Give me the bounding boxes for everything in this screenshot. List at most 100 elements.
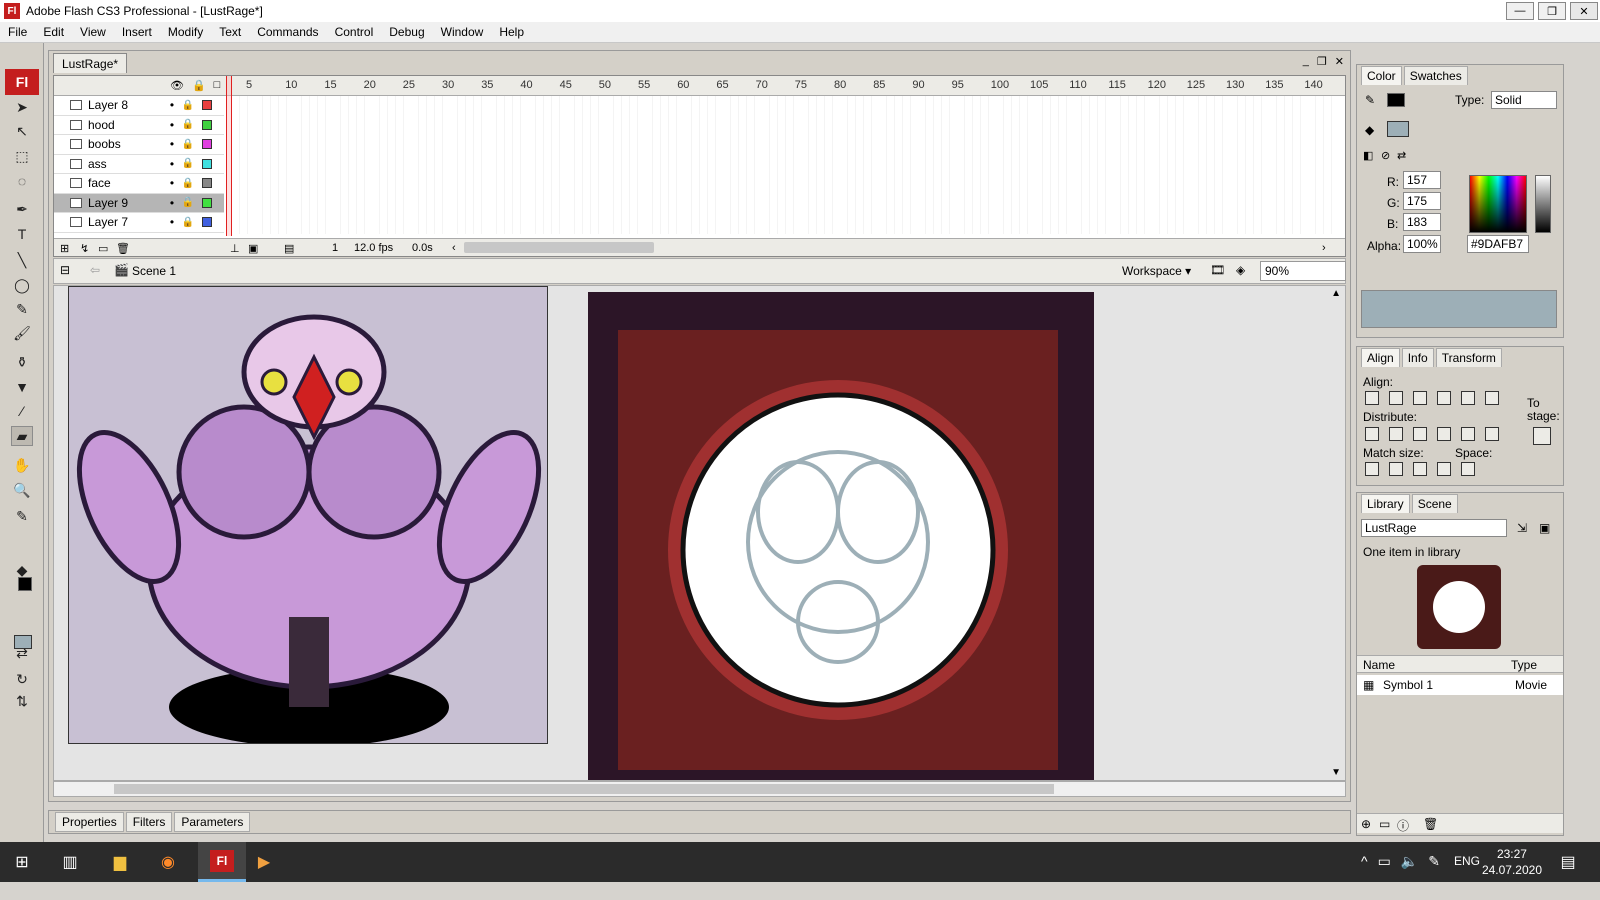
visibility-dot-icon[interactable]: • bbox=[164, 157, 180, 171]
library-select[interactable]: LustRage bbox=[1361, 519, 1507, 537]
scrollbar-thumb[interactable] bbox=[114, 784, 1054, 794]
back-arrow-icon[interactable]: ⇦ bbox=[90, 263, 100, 277]
color-spectrum[interactable] bbox=[1469, 175, 1527, 233]
lasso-icon[interactable]: ◌ bbox=[11, 171, 33, 191]
playhead[interactable] bbox=[226, 76, 232, 236]
ink-bottle-icon[interactable]: ⚱ bbox=[11, 352, 33, 372]
tab-scene[interactable]: Scene bbox=[1411, 494, 1458, 513]
menu-file[interactable]: File bbox=[0, 25, 35, 39]
stage-scroll-up-icon[interactable]: ▲ bbox=[1331, 288, 1341, 299]
b-input[interactable]: 183 bbox=[1403, 213, 1441, 231]
tab-info[interactable]: Info bbox=[1401, 348, 1434, 367]
lock-toggle-icon[interactable]: 🔒 bbox=[180, 100, 196, 111]
eye-icon[interactable]: 👁 bbox=[170, 79, 184, 92]
properties-icon[interactable]: ⓘ bbox=[1397, 817, 1409, 834]
menu-help[interactable]: Help bbox=[491, 25, 532, 39]
character-artwork[interactable] bbox=[68, 286, 548, 747]
pen-input-icon[interactable]: ✎ bbox=[1428, 853, 1440, 870]
new-library-icon[interactable]: ▣ bbox=[1539, 521, 1550, 535]
outline-color-icon[interactable] bbox=[202, 197, 212, 208]
file-explorer-icon[interactable]: ▆ bbox=[108, 850, 132, 874]
add-motion-guide-icon[interactable]: ↯ bbox=[80, 242, 89, 255]
pen-icon[interactable]: ✒ bbox=[11, 199, 33, 219]
space-horizontal-icon[interactable] bbox=[1461, 462, 1475, 476]
center-frame-icon[interactable]: ⊥ bbox=[230, 242, 240, 255]
no-color-icon[interactable]: ⊘ bbox=[1381, 149, 1390, 162]
show-hidden-icons-icon[interactable]: ^ bbox=[1361, 853, 1368, 870]
col-type[interactable]: Type bbox=[1511, 658, 1537, 672]
free-transform-icon[interactable]: ⬚ bbox=[11, 146, 33, 166]
outline-color-icon[interactable] bbox=[202, 139, 212, 150]
doc-close-icon[interactable]: ✕ bbox=[1335, 55, 1344, 68]
distribute-hcenter-icon[interactable] bbox=[1461, 427, 1475, 441]
visibility-dot-icon[interactable]: • bbox=[164, 98, 180, 112]
layer-row[interactable]: boobs • 🔒 bbox=[54, 135, 224, 155]
distribute-bottom-icon[interactable] bbox=[1413, 427, 1427, 441]
language-indicator[interactable]: ENG bbox=[1454, 854, 1480, 868]
brightness-slider[interactable] bbox=[1535, 175, 1551, 233]
pin-library-icon[interactable]: ⇲ bbox=[1517, 521, 1527, 535]
volume-icon[interactable]: 🔈 bbox=[1401, 853, 1418, 870]
edit-multiple-frames-icon[interactable]: ▤ bbox=[284, 242, 294, 255]
eyedropper-icon[interactable]: ⁄ bbox=[11, 401, 33, 421]
outline-color-icon[interactable] bbox=[202, 217, 212, 228]
outline-color-icon[interactable] bbox=[202, 158, 212, 169]
lock-toggle-icon[interactable]: 🔒 bbox=[180, 197, 196, 208]
maw-artwork[interactable] bbox=[588, 292, 1094, 780]
visibility-dot-icon[interactable]: • bbox=[164, 137, 180, 151]
space-vertical-icon[interactable] bbox=[1437, 462, 1451, 476]
insert-layer-icon[interactable]: ⊞ bbox=[60, 242, 69, 255]
new-folder-icon[interactable]: ▭ bbox=[1379, 817, 1390, 831]
stroke-swatch[interactable] bbox=[1387, 93, 1405, 107]
lock-toggle-icon[interactable]: 🔒 bbox=[180, 178, 196, 189]
layer-row[interactable]: Layer 7 • 🔒 bbox=[54, 213, 224, 233]
align-bottom-icon[interactable] bbox=[1485, 391, 1499, 405]
lock-toggle-icon[interactable]: 🔒 bbox=[180, 158, 196, 169]
tab-transform[interactable]: Transform bbox=[1435, 348, 1502, 367]
distribute-top-icon[interactable] bbox=[1365, 427, 1379, 441]
tab-filters[interactable]: Filters bbox=[125, 812, 173, 832]
document-tab[interactable]: LustRage* bbox=[53, 53, 128, 73]
default-colors-icon[interactable]: ◧ bbox=[1363, 149, 1373, 162]
col-name[interactable]: Name bbox=[1363, 658, 1395, 672]
alpha-input[interactable]: 100% bbox=[1403, 235, 1441, 253]
align-top-icon[interactable] bbox=[1437, 391, 1451, 405]
tab-library[interactable]: Library bbox=[1361, 494, 1410, 513]
lock-toggle-icon[interactable]: 🔒 bbox=[180, 217, 196, 228]
frames-grid[interactable] bbox=[224, 96, 1334, 234]
clock[interactable]: 23:27 24.07.2020 bbox=[1482, 846, 1542, 878]
scene-label[interactable]: Scene 1 bbox=[132, 264, 176, 278]
align-right-icon[interactable] bbox=[1413, 391, 1427, 405]
match-height-icon[interactable] bbox=[1389, 462, 1403, 476]
visibility-dot-icon[interactable]: • bbox=[164, 118, 180, 132]
match-width-icon[interactable] bbox=[1365, 462, 1379, 476]
outline-icon[interactable]: □ bbox=[214, 79, 221, 92]
layer-row[interactable]: face • 🔒 bbox=[54, 174, 224, 194]
frame-ruler[interactable]: 5 10 15 20 25 30 35 40 45 50 55 60 65 70 75 80 85 90 95 100… bbox=[224, 79, 1334, 95]
menu-debug[interactable]: Debug bbox=[381, 25, 432, 39]
swap-color-icon[interactable]: ⇄ bbox=[1397, 149, 1406, 162]
stage-horizontal-scrollbar[interactable] bbox=[53, 781, 1346, 797]
tab-parameters[interactable]: Parameters bbox=[174, 812, 251, 832]
menu-control[interactable]: Control bbox=[327, 25, 382, 39]
subselection-icon[interactable]: ↖ bbox=[11, 121, 33, 141]
workspace-menu[interactable]: Workspace ▾ bbox=[1122, 264, 1191, 278]
align-left-icon[interactable] bbox=[1365, 391, 1379, 405]
doc-minimize-icon[interactable]: _ bbox=[1303, 55, 1309, 68]
outline-color-icon[interactable] bbox=[202, 119, 212, 130]
snap-icon[interactable]: ↻ bbox=[11, 669, 33, 689]
scroll-left-icon[interactable]: ‹ bbox=[452, 242, 456, 254]
distribute-right-icon[interactable] bbox=[1485, 427, 1499, 441]
stage-area[interactable]: ▲ ▼ bbox=[53, 285, 1346, 781]
timeline-scrollbar[interactable] bbox=[464, 242, 654, 253]
type-select[interactable]: Solid bbox=[1491, 91, 1557, 109]
notifications-icon[interactable]: ▤ bbox=[1556, 850, 1580, 874]
layer-row[interactable]: Layer 9 • 🔒 bbox=[54, 193, 224, 213]
task-view-icon[interactable]: ▥ bbox=[58, 850, 82, 874]
insert-folder-icon[interactable]: ▭ bbox=[98, 242, 108, 255]
align-vcenter-icon[interactable] bbox=[1461, 391, 1475, 405]
hand-icon[interactable]: ✋ bbox=[11, 455, 33, 475]
delete-icon[interactable]: 🗑 bbox=[1423, 817, 1438, 831]
swap-colors-icon[interactable]: ⇄ bbox=[11, 643, 33, 663]
edit-scene-icon[interactable]: 🎞 bbox=[1210, 263, 1225, 277]
